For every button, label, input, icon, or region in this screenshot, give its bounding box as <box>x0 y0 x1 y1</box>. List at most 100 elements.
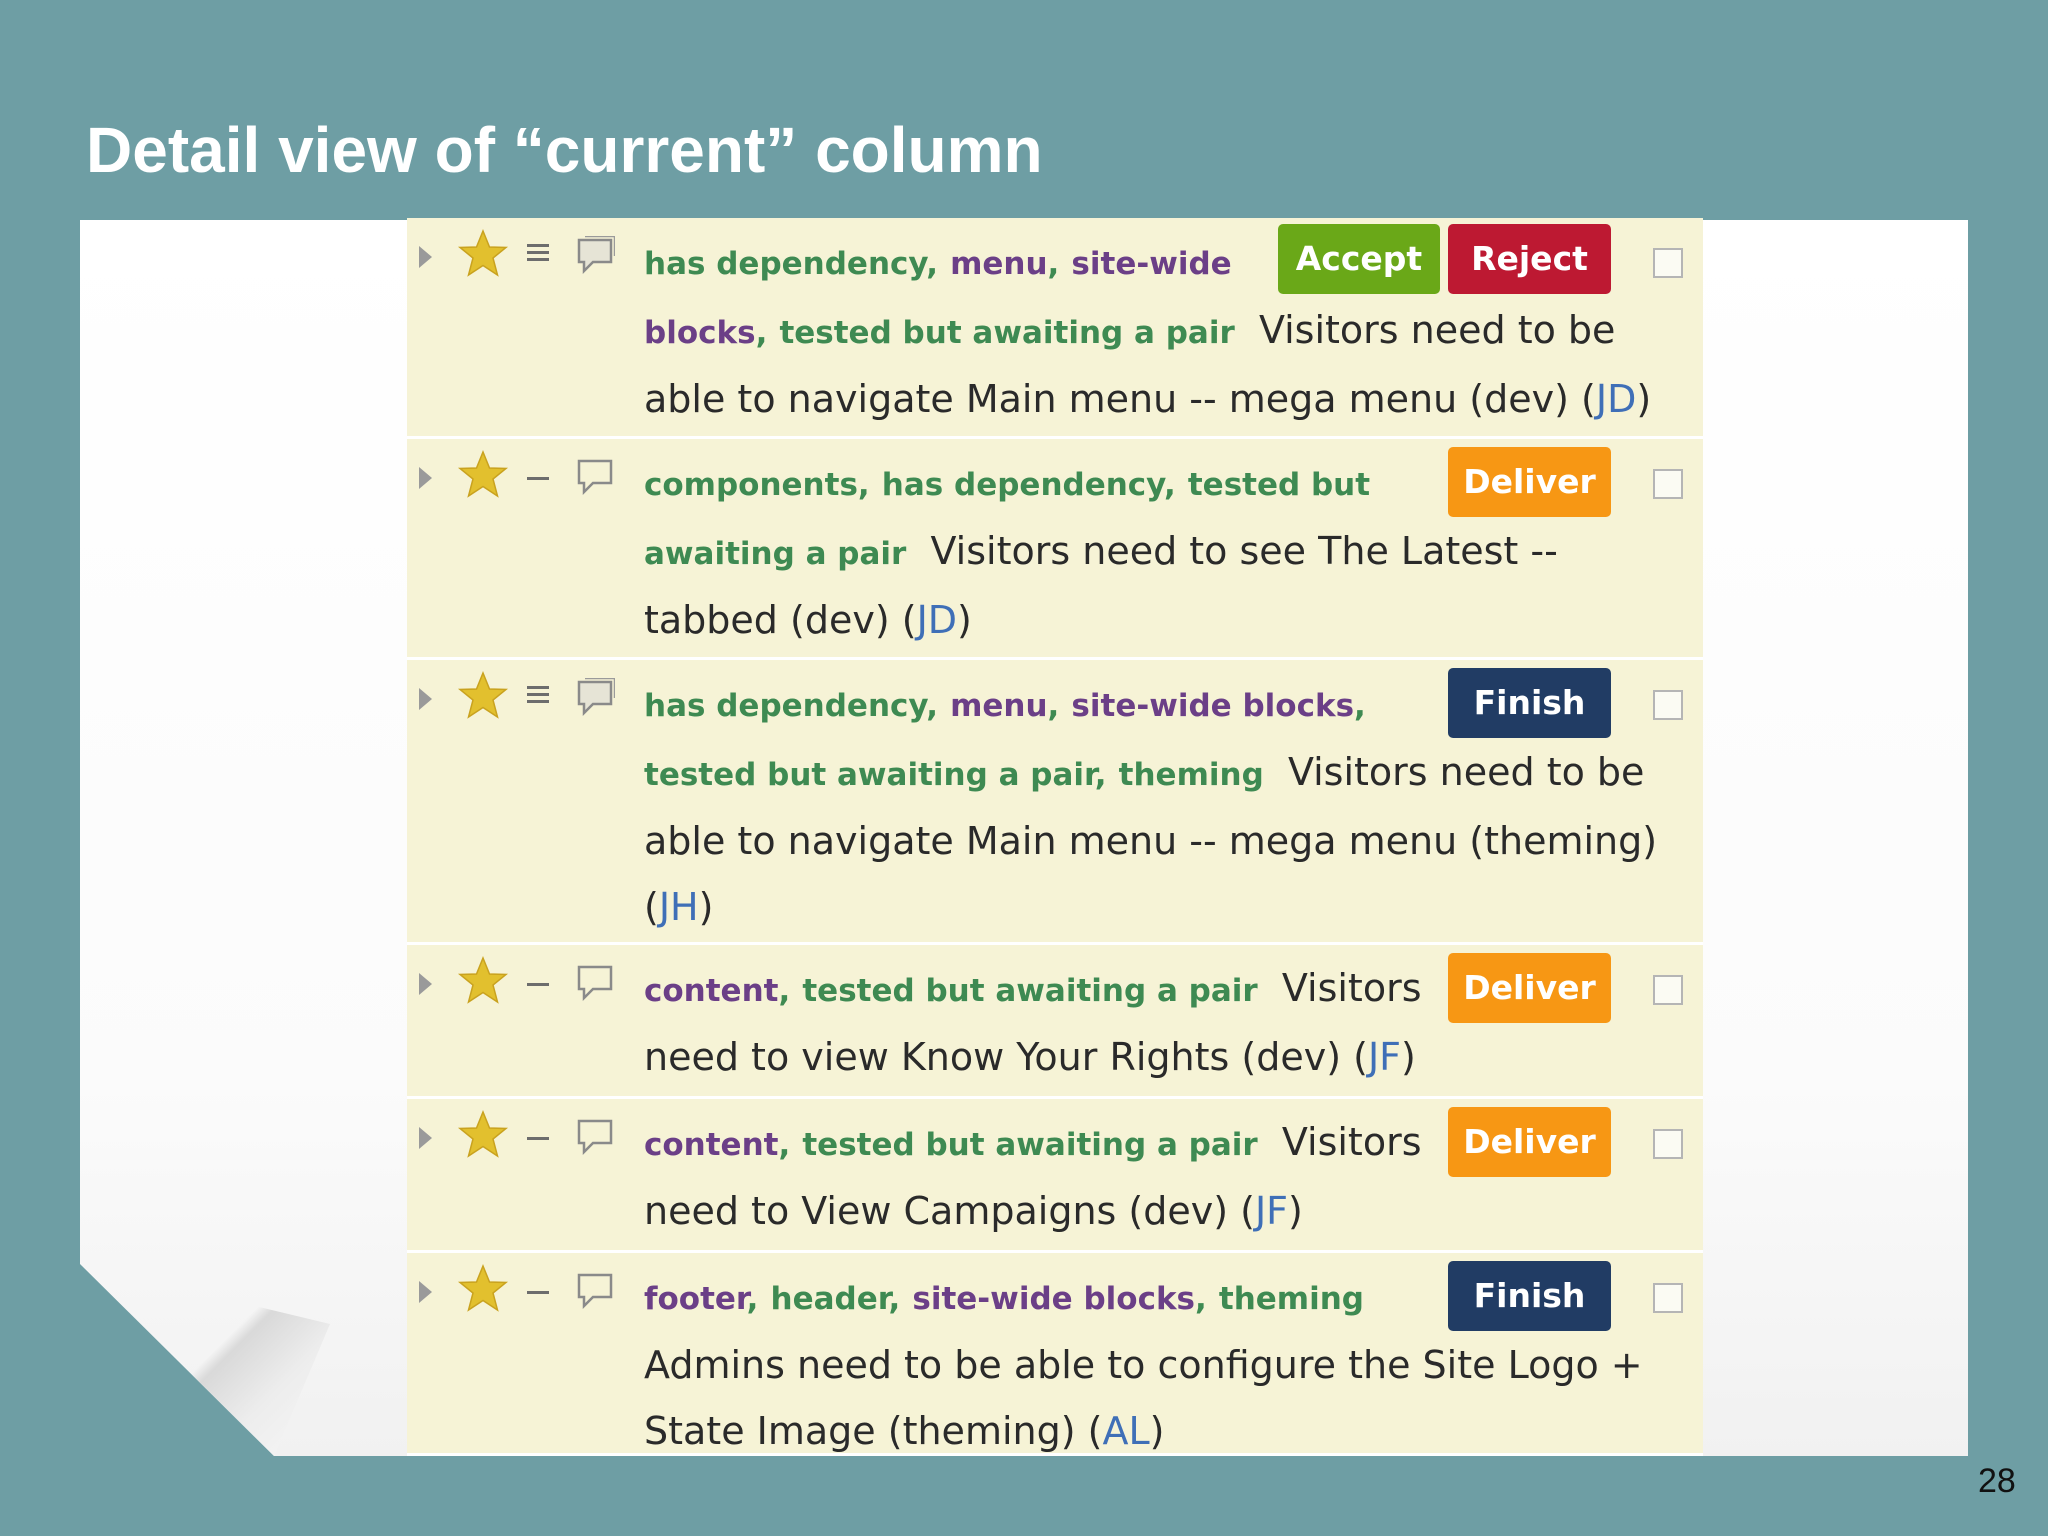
story-owner[interactable]: JF <box>1368 1035 1401 1079</box>
owner-open-paren: ( <box>1240 1189 1255 1233</box>
story-label[interactable]: content <box>644 973 778 1009</box>
estimate-bar <box>527 1137 549 1140</box>
label-separator: , <box>926 688 938 724</box>
page-number: 28 <box>1978 1462 2016 1500</box>
estimate-bar <box>527 693 549 696</box>
select-checkbox[interactable] <box>1653 248 1683 278</box>
comment-icon[interactable] <box>575 1271 615 1311</box>
label-separator: , <box>1195 1281 1207 1317</box>
owner-open-paren: ( <box>1087 1409 1103 1453</box>
owner-close-paren: ) <box>1288 1189 1303 1233</box>
expand-chevron-icon[interactable] <box>419 467 432 489</box>
select-checkbox[interactable] <box>1653 975 1683 1005</box>
story-owner[interactable]: JD <box>1596 377 1636 421</box>
comment-icon[interactable] <box>575 963 615 1003</box>
label-separator: , <box>926 246 938 282</box>
story-owner[interactable]: JH <box>659 885 699 929</box>
deliver-button[interactable]: Deliver <box>1448 953 1611 1023</box>
comments-icon[interactable] <box>575 236 615 276</box>
story-label[interactable]: tested but awaiting a pair <box>644 757 1095 793</box>
select-checkbox[interactable] <box>1653 690 1683 720</box>
comment-icon[interactable] <box>575 457 615 497</box>
expand-chevron-icon[interactable] <box>419 1127 432 1149</box>
story-label[interactable]: site-wide blocks <box>1071 688 1354 724</box>
label-separator: , <box>1163 467 1176 503</box>
story-owner[interactable]: AL <box>1102 1409 1149 1453</box>
finish-button[interactable]: Finish <box>1448 668 1611 738</box>
label-separator: , <box>1047 246 1060 282</box>
comments-icon[interactable] <box>575 678 615 718</box>
story-row[interactable]: has dependency, menu, site-wide blocks, … <box>407 218 1703 439</box>
story-label[interactable]: has dependency <box>644 246 926 282</box>
select-checkbox[interactable] <box>1653 469 1683 499</box>
story-row[interactable]: components, has dependency, tested but a… <box>407 439 1703 660</box>
deliver-button[interactable]: Deliver <box>1448 1107 1611 1177</box>
story-owner[interactable]: JF <box>1255 1189 1288 1233</box>
star-icon[interactable] <box>457 1263 509 1315</box>
accept-button[interactable]: Accept <box>1278 224 1440 294</box>
story-label[interactable]: content <box>644 1127 778 1163</box>
estimate-icon[interactable] <box>527 477 549 484</box>
expand-chevron-icon[interactable] <box>419 246 432 268</box>
story-label[interactable]: has dependency <box>644 688 926 724</box>
select-checkbox[interactable] <box>1653 1283 1683 1313</box>
deliver-button[interactable]: Deliver <box>1448 447 1611 517</box>
estimate-icon[interactable] <box>527 1291 549 1298</box>
label-separator: , <box>755 315 768 351</box>
owner-close-paren: ) <box>957 598 972 642</box>
story-row[interactable]: content, tested but awaiting a pair Visi… <box>407 1099 1703 1253</box>
label-separator: , <box>778 973 791 1009</box>
story-label[interactable]: theming <box>1219 1281 1364 1317</box>
story-label[interactable]: tested but awaiting a pair <box>802 1127 1257 1163</box>
star-icon[interactable] <box>457 228 509 280</box>
label-separator: , <box>857 467 870 503</box>
star-icon[interactable] <box>457 449 509 501</box>
star-icon[interactable] <box>457 670 509 722</box>
story-label[interactable]: tested but awaiting a pair <box>779 315 1234 351</box>
finish-button[interactable]: Finish <box>1448 1261 1611 1331</box>
story-label[interactable]: footer <box>644 1281 747 1317</box>
estimate-bar <box>527 244 549 247</box>
story-label[interactable]: theming <box>1119 757 1264 793</box>
estimate-bar <box>527 251 549 254</box>
estimate-bar <box>527 1291 549 1294</box>
story-label[interactable]: menu <box>950 688 1047 724</box>
estimate-bar <box>527 983 549 986</box>
estimate-bar <box>527 700 549 703</box>
story-label[interactable]: tested but awaiting a pair <box>802 973 1257 1009</box>
comment-icon[interactable] <box>575 1117 615 1157</box>
expand-chevron-icon[interactable] <box>419 688 432 710</box>
expand-chevron-icon[interactable] <box>419 973 432 995</box>
label-separator: , <box>888 1281 901 1317</box>
story-label[interactable]: header <box>771 1281 889 1317</box>
story-label[interactable]: menu <box>950 246 1047 282</box>
estimate-icon[interactable] <box>527 1137 549 1144</box>
estimate-bar <box>527 686 549 689</box>
label-separator: , <box>1047 688 1060 724</box>
story-row[interactable]: has dependency, menu, site-wide blocks, … <box>407 660 1703 945</box>
current-column-panel: has dependency, menu, site-wide blocks, … <box>407 218 1703 1456</box>
owner-close-paren: ) <box>1401 1035 1416 1079</box>
label-separator: , <box>1354 688 1366 724</box>
label-separator: , <box>746 1281 759 1317</box>
story-label[interactable]: has dependency <box>882 467 1164 503</box>
estimate-bar <box>527 477 549 480</box>
owner-close-paren: ) <box>698 885 714 929</box>
story-row[interactable]: content, tested but awaiting a pair Visi… <box>407 945 1703 1099</box>
select-checkbox[interactable] <box>1653 1129 1683 1159</box>
story-label[interactable]: site-wide blocks <box>912 1281 1195 1317</box>
star-icon[interactable] <box>457 1109 509 1161</box>
estimate-icon[interactable] <box>527 983 549 990</box>
star-icon[interactable] <box>457 955 509 1007</box>
estimate-icon[interactable] <box>527 686 549 707</box>
owner-open-paren: ( <box>644 885 659 929</box>
story-owner[interactable]: JD <box>917 598 957 642</box>
estimate-icon[interactable] <box>527 244 549 265</box>
slide-title: Detail view of “current” column <box>86 114 1043 186</box>
story-row[interactable]: footer, header, site-wide blocks, themin… <box>407 1253 1703 1456</box>
expand-chevron-icon[interactable] <box>419 1281 432 1303</box>
owner-close-paren: ) <box>1149 1409 1165 1453</box>
story-label[interactable]: components <box>644 467 858 503</box>
estimate-bar <box>527 258 549 261</box>
reject-button[interactable]: Reject <box>1448 224 1611 294</box>
